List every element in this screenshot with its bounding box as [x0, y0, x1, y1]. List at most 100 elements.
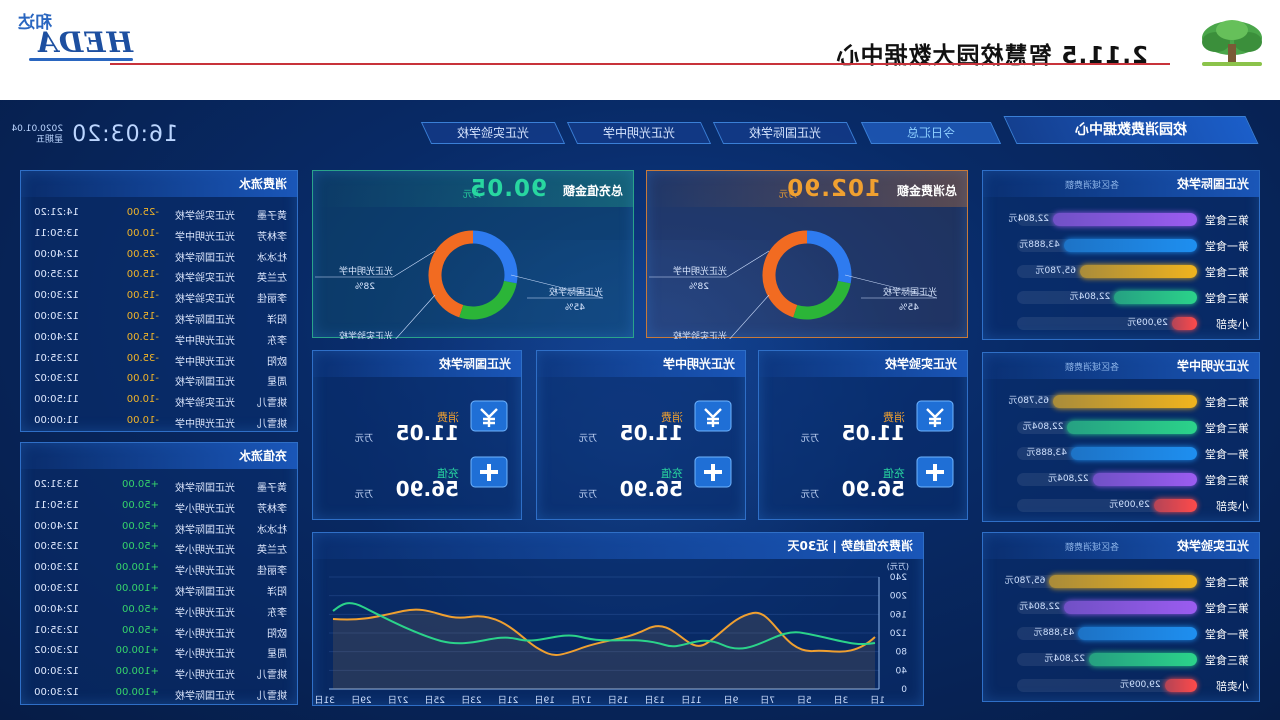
flow-row: 姚雪儿 光正光明小学 +100.00 12:30:00 — [19, 662, 297, 682]
donut-label-name: 光正光明中学 — [673, 265, 727, 277]
flow-time: 12:40:00 — [34, 603, 79, 615]
ranking-unit: 元 — [1022, 422, 1032, 432]
recharge-flow-title: 充值流水 — [21, 443, 297, 469]
tab-international-school[interactable]: 光正国际学校 — [712, 122, 858, 144]
flow-school: 光正实验学校 — [175, 294, 235, 306]
flow-school: 光正光明小学 — [175, 566, 235, 578]
donut-slice — [793, 280, 851, 320]
flow-school: 光正国际学校 — [175, 587, 235, 598]
ranking-number: 22,804 — [1057, 474, 1089, 484]
ranking-name: 小卖部 — [1216, 680, 1249, 693]
flow-name: 李林芳 — [257, 231, 287, 243]
ranking-bar — [1053, 213, 1197, 226]
tab-experimental-school[interactable]: 光正实验学校 — [420, 122, 566, 144]
flow-name: 阳洋 — [267, 587, 287, 598]
ranking-bar — [1067, 421, 1197, 434]
ranking-bar — [1063, 239, 1197, 252]
ranking-unit: 元 — [1127, 318, 1137, 328]
flow-time: 12:40:00 — [34, 331, 79, 343]
flow-row: 李东 光正光明小学 +50.00 12:40:00 — [19, 600, 297, 620]
tab-guangming-school[interactable]: 光正光明中学 — [566, 122, 712, 144]
ranking-number: 22,804 — [1017, 214, 1050, 224]
ranking-unit: 元 — [1069, 292, 1079, 302]
ranking-name: 第三食堂 — [1205, 654, 1249, 667]
flow-school: 光正光明小学 — [175, 607, 235, 619]
x-tick: 5日 — [797, 695, 812, 706]
ranking-number: 65,780 — [1044, 266, 1077, 276]
flow-time: 12:30:00 — [34, 687, 79, 698]
ranking-name: 第二食堂 — [1205, 396, 1249, 409]
flow-row: 周星 光正国际学校 -10.00 12:30:02 — [19, 369, 297, 389]
consume-value: 11.05 — [841, 421, 905, 445]
ranking-bar — [1078, 627, 1197, 640]
donut-label: 光正国际学校 45% — [510, 274, 604, 313]
ranking-name: 第三食堂 — [1205, 422, 1249, 435]
flow-name: 姚雪儿 — [257, 419, 287, 430]
flow-name: 姚雪儿 — [257, 398, 287, 410]
donut-slice — [459, 280, 517, 320]
flow-amount: -25.00 — [126, 207, 159, 218]
tree-logo-icon — [1202, 20, 1262, 66]
flow-amount: -10.00 — [126, 227, 159, 239]
ranking-value: 29,009元 — [1109, 497, 1150, 510]
ranking-name: 第一食堂 — [1205, 628, 1249, 641]
school-summary-panel: 光正光明中学 消费 11.05 万元 充值 56.90 万元 — [536, 350, 746, 520]
total-consume-panel: 总消费金额 102.90 万元 光正国际学校45%光正实验学校27%光正光明中学… — [646, 170, 968, 339]
flow-row: 李东 光正光明中学 -15.00 12:40:00 — [19, 328, 297, 348]
ranking-subtitle: 各区域消费额 — [1064, 363, 1119, 373]
ranking-row: 第三食堂 22,804元 — [981, 285, 1259, 311]
ranking-name: 第三食堂 — [1205, 292, 1249, 305]
ranking-row: 第一食堂 43,888元 — [981, 233, 1259, 259]
flow-time: 12:40:00 — [34, 248, 79, 260]
recharge-flow-panel: 充值流水 黄子墨 光正国际学校 +50.00 13:31:20 李林芳 光正光明小学 +50… — [20, 442, 298, 705]
flow-time: 12:35:00 — [34, 541, 79, 553]
yen-icon — [470, 400, 508, 432]
ranking-bar — [1049, 575, 1197, 588]
flow-row: 杜冰冰 光正国际学校 -25.00 12:40:00 — [19, 245, 297, 265]
x-tick: 11日 — [681, 695, 701, 706]
recharge-unit: 万元 — [354, 490, 373, 500]
donut-label: 光正国际学校 45% — [844, 274, 938, 313]
y-tick: 0 — [901, 685, 907, 695]
flow-school: 光正国际学校 — [175, 691, 235, 702]
heda-logo: HEDA 和达 — [18, 10, 133, 68]
ranking-row: 第三食堂 22,804元 — [981, 207, 1259, 233]
flow-amount: -15.00 — [126, 311, 159, 322]
flow-row: 姚雪儿 光正国际学校 +100.00 12:30:00 — [19, 683, 297, 703]
flow-row: 欧阳 光正光明中学 -35.00 12:35:01 — [19, 349, 297, 369]
mirrored-slide: 2.11.5 智慧校园大数据中心 HEDA 和达 校园消费数据中心 今日汇总 光… — [0, 0, 1280, 720]
donut-label-pct: 45% — [565, 303, 585, 313]
donut-label-name: 光正国际学校 — [549, 286, 603, 298]
flow-amount: +50.00 — [121, 499, 159, 511]
x-tick: 13日 — [645, 695, 665, 706]
total-consume-unit: 万元 — [778, 190, 797, 200]
flow-school: 光正实验学校 — [175, 398, 235, 410]
ranking-unit: 元 — [1044, 654, 1054, 664]
x-tick: 23日 — [461, 695, 481, 706]
ranking-name: 小卖部 — [1216, 500, 1249, 513]
ranking-bar — [1089, 653, 1197, 666]
ranking-number: 43,888 — [1028, 240, 1060, 250]
ranking-track — [1017, 473, 1197, 486]
plus-icon — [916, 456, 954, 488]
flow-amount: +50.00 — [121, 603, 159, 615]
flow-row: 左兰英 光正实验学校 -15.00 12:35:00 — [19, 265, 297, 285]
x-tick: 25日 — [425, 695, 445, 706]
flow-amount: +50.00 — [121, 479, 159, 490]
tab-today-summary[interactable]: 今日汇总 — [860, 122, 1002, 144]
flow-name: 黄子墨 — [257, 211, 287, 222]
share-donut: 光正国际学校 45% 光正实验学校27% 光正光明中学 28% — [315, 230, 604, 339]
flow-name: 黄子墨 — [257, 483, 287, 494]
flow-school: 光正光明中学 — [175, 419, 235, 430]
total-consume-header: 总消费金额 102.90 万元 — [647, 171, 967, 207]
x-tick: 15日 — [608, 695, 628, 706]
trend-panel: 消费充值趋势 | 近30天 240 200 160 120 80 40 0 (万元) 1日 3日 5… — [312, 532, 924, 706]
flow-school: 光正光明小学 — [175, 628, 235, 640]
flow-name: 欧阳 — [267, 628, 287, 640]
flow-school: 光正光明中学 — [175, 356, 235, 368]
school-summary-title: 光正实验学校 — [759, 351, 967, 377]
logo-chinese: 和达 — [18, 13, 52, 33]
consume-flow-panel: 消费流水 黄子墨 光正实验学校 -25.00 14:21:20 李林芳 光正光明中学 -10… — [20, 170, 298, 432]
x-tick: 31日 — [315, 695, 335, 706]
ranking-row: 第二食堂 65,780元 — [981, 569, 1259, 595]
